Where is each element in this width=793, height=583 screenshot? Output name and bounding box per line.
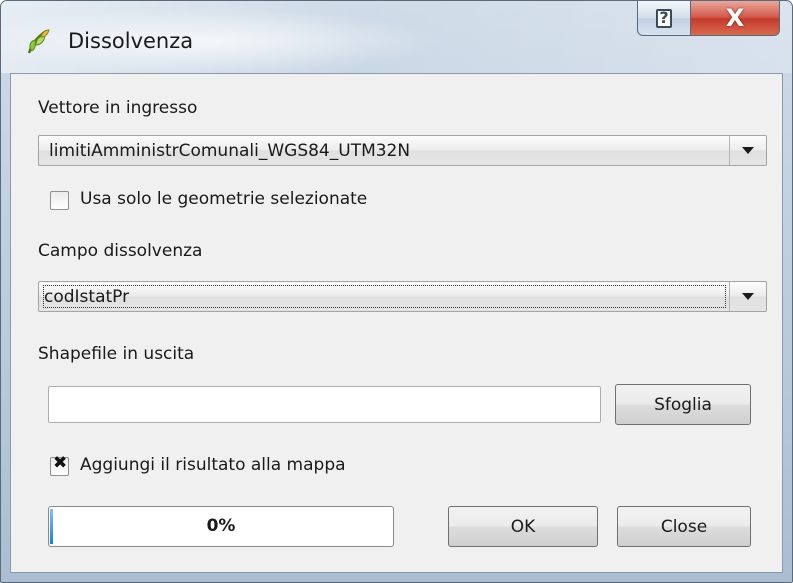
- qgis-dissolve-icon: [27, 29, 50, 54]
- use-selected-checkbox[interactable]: [50, 191, 69, 210]
- chevron-down-icon: [742, 147, 754, 154]
- help-button[interactable]: ?: [637, 1, 691, 36]
- chevron-down-icon: [742, 293, 754, 300]
- window-close-button[interactable]: X: [690, 1, 780, 36]
- progress-bar: 0%: [48, 506, 394, 547]
- focus-rectangle: [43, 285, 726, 308]
- dissolve-field-dropdown-button[interactable]: [729, 282, 766, 311]
- window-title: Dissolvenza: [68, 29, 194, 53]
- output-shapefile-input[interactable]: [48, 386, 601, 423]
- dialog-window: Dissolvenza ? X Vettore in ingresso limi…: [0, 0, 793, 583]
- dissolve-field-value: codIstatPr: [44, 287, 130, 307]
- output-shapefile-label: Shapefile in uscita: [38, 344, 195, 364]
- progress-text: 0%: [206, 516, 236, 536]
- browse-button[interactable]: Sfoglia: [615, 384, 751, 425]
- input-layer-dropdown-button[interactable]: [729, 136, 766, 165]
- dialog-client-area: Vettore in ingresso limitiAmministrComun…: [10, 73, 783, 573]
- add-to-map-label[interactable]: Aggiungi il risultato alla mappa: [80, 455, 346, 475]
- dissolve-field-label: Campo dissolvenza: [38, 241, 203, 261]
- input-layer-value: limitiAmministrComunali_WGS84_UTM32N: [49, 141, 411, 161]
- add-to-map-checkbox[interactable]: ✖: [50, 453, 69, 476]
- check-mark-icon: ✖: [53, 453, 68, 473]
- dissolve-field-combobox[interactable]: codIstatPr: [38, 281, 767, 312]
- title-bar[interactable]: Dissolvenza ? X: [1, 1, 792, 73]
- close-icon: X: [725, 4, 745, 32]
- close-button[interactable]: Close: [617, 506, 751, 547]
- ok-button[interactable]: OK: [448, 506, 598, 547]
- use-selected-label[interactable]: Usa solo le geometrie selezionate: [80, 189, 367, 209]
- input-layer-combobox[interactable]: limitiAmministrComunali_WGS84_UTM32N: [38, 135, 767, 166]
- help-icon: ?: [656, 8, 672, 28]
- input-layer-label: Vettore in ingresso: [38, 98, 198, 118]
